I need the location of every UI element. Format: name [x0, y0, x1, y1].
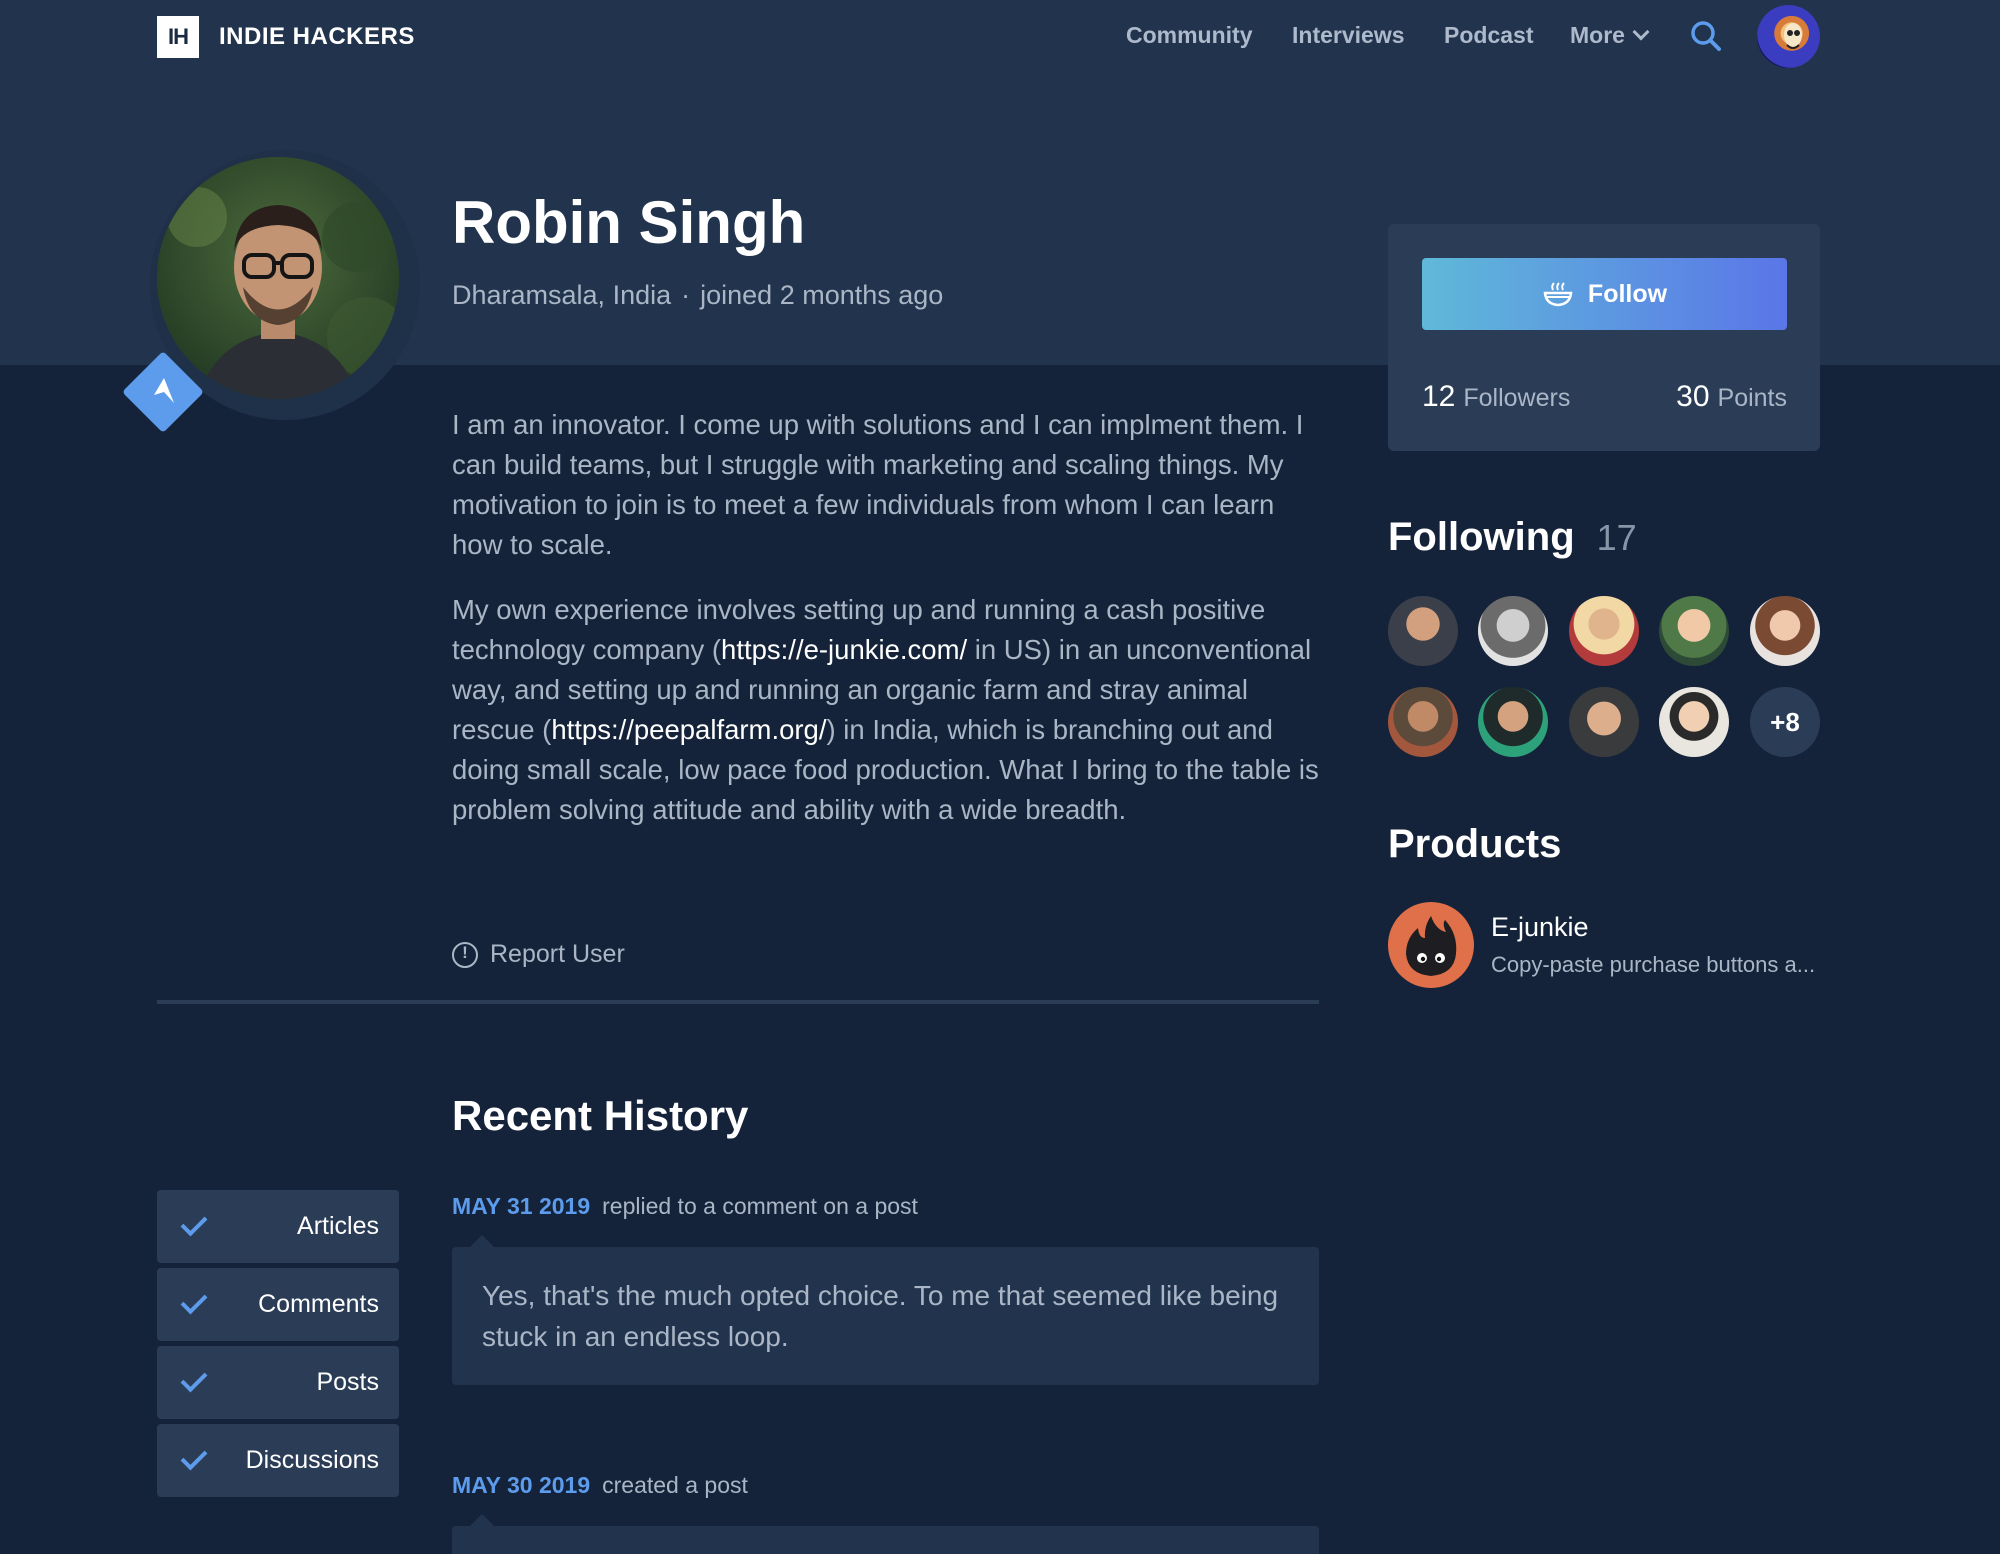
profile-bio: I am an innovator. I come up with soluti…: [452, 405, 1332, 855]
profile-subline: Dharamsala, India · joined 2 months ago: [452, 280, 943, 311]
following-more-button[interactable]: +8: [1750, 687, 1820, 757]
report-user-label: Report User: [490, 940, 625, 968]
profile-photo: [157, 157, 399, 399]
logo-text: INDIE HACKERS: [219, 23, 415, 50]
profile-name: Robin Singh: [452, 189, 806, 256]
bio-paragraph-2: My own experience involves setting up an…: [452, 590, 1332, 830]
points-count: 30: [1676, 380, 1710, 413]
following-avatar[interactable]: [1659, 687, 1729, 757]
separator-dot: ·: [681, 280, 691, 310]
following-heading: Following 17: [1388, 515, 1637, 560]
history-post-bubble[interactable]: [452, 1514, 1319, 1554]
history-action: created a post: [602, 1472, 748, 1498]
chevron-down-icon: [1632, 23, 1650, 41]
history-comment-text: Yes, that's the much opted choice. To me…: [482, 1280, 1279, 1352]
points-label: Points: [1717, 384, 1787, 412]
products-heading: Products: [1388, 822, 1562, 866]
filter-label: Articles: [297, 1212, 379, 1240]
site-logo[interactable]: IH INDIE HACKERS: [157, 16, 415, 58]
follow-card: Follow 12 Followers 30 Points: [1388, 224, 1820, 451]
filter-label: Posts: [316, 1368, 379, 1396]
avatar-illustration: [1784, 23, 1802, 49]
alert-circle-icon: [452, 941, 478, 968]
nav-interviews[interactable]: Interviews: [1292, 22, 1405, 49]
following-avatar[interactable]: [1659, 596, 1729, 666]
filter-label: Comments: [258, 1290, 379, 1318]
history-date[interactable]: MAY 30 2019: [452, 1472, 590, 1498]
nav-more-label: More: [1570, 22, 1625, 48]
following-avatar[interactable]: [1388, 687, 1458, 757]
followers-count: 12: [1422, 380, 1456, 413]
filter-articles[interactable]: Articles: [157, 1190, 399, 1263]
nav-podcast[interactable]: Podcast: [1444, 22, 1533, 49]
following-avatar[interactable]: [1478, 596, 1548, 666]
points-stat: 30 Points: [1676, 380, 1787, 414]
ejunkie-flame-icon: [1406, 916, 1457, 976]
logo-mark: IH: [157, 16, 199, 58]
history-item-header: MAY 30 2019 created a post: [452, 1472, 748, 1499]
profile-joined: joined 2 months ago: [700, 280, 944, 310]
filter-comments[interactable]: Comments: [157, 1268, 399, 1341]
history-date[interactable]: MAY 31 2019: [452, 1193, 590, 1219]
following-count: 17: [1596, 517, 1637, 558]
following-avatar[interactable]: [1388, 596, 1458, 666]
ship-badge-icon: [154, 378, 174, 403]
filter-discussions[interactable]: Discussions: [157, 1424, 399, 1497]
top-navbar: IH INDIE HACKERS Community Interviews Po…: [0, 0, 2000, 74]
check-icon: [180, 1443, 208, 1470]
filter-label: Discussions: [245, 1446, 379, 1474]
followers-label: Followers: [1463, 384, 1571, 412]
history-item-header: MAY 31 2019 replied to a comment on a pos…: [452, 1193, 918, 1220]
bio-paragraph-1: I am an innovator. I come up with soluti…: [452, 409, 1304, 560]
following-title: Following: [1388, 515, 1575, 559]
section-divider: [157, 1000, 1319, 1004]
follow-label: Follow: [1587, 279, 1668, 308]
search-icon[interactable]: [1690, 20, 1722, 52]
check-icon: [180, 1365, 208, 1392]
nav-community[interactable]: Community: [1126, 22, 1253, 49]
report-user-button[interactable]: Report User: [452, 940, 625, 969]
followers-stat[interactable]: 12 Followers: [1422, 380, 1570, 414]
user-avatar[interactable]: [1757, 5, 1820, 68]
history-filters: Articles Comments Posts Discussions: [157, 1190, 399, 1502]
history-comment-bubble[interactable]: Yes, that's the much opted choice. To me…: [452, 1235, 1319, 1385]
history-action: replied to a comment on a post: [602, 1193, 918, 1219]
product-description: Copy-paste purchase buttons a...: [1491, 952, 1816, 977]
recent-history-title: Recent History: [452, 1092, 749, 1139]
filter-posts[interactable]: Posts: [157, 1346, 399, 1419]
bowl-icon: [1543, 282, 1573, 307]
bio-link-peepalfarm[interactable]: https://peepalfarm.org/: [551, 714, 826, 745]
profile-avatar: [157, 157, 399, 399]
check-icon: [180, 1287, 208, 1314]
following-avatar[interactable]: [1478, 687, 1548, 757]
bio-link-ejunkie[interactable]: https://e-junkie.com/: [721, 634, 967, 665]
product-name[interactable]: E-junkie: [1491, 912, 1589, 943]
follow-button[interactable]: Follow: [1422, 258, 1787, 330]
check-icon: [180, 1209, 208, 1236]
nav-more[interactable]: More: [1570, 22, 1650, 49]
following-avatar[interactable]: [1750, 596, 1820, 666]
following-avatar[interactable]: [1569, 596, 1639, 666]
profile-location: Dharamsala, India: [452, 280, 672, 310]
ejunkie-logo-icon[interactable]: [1388, 902, 1474, 988]
following-avatar[interactable]: [1569, 687, 1639, 757]
